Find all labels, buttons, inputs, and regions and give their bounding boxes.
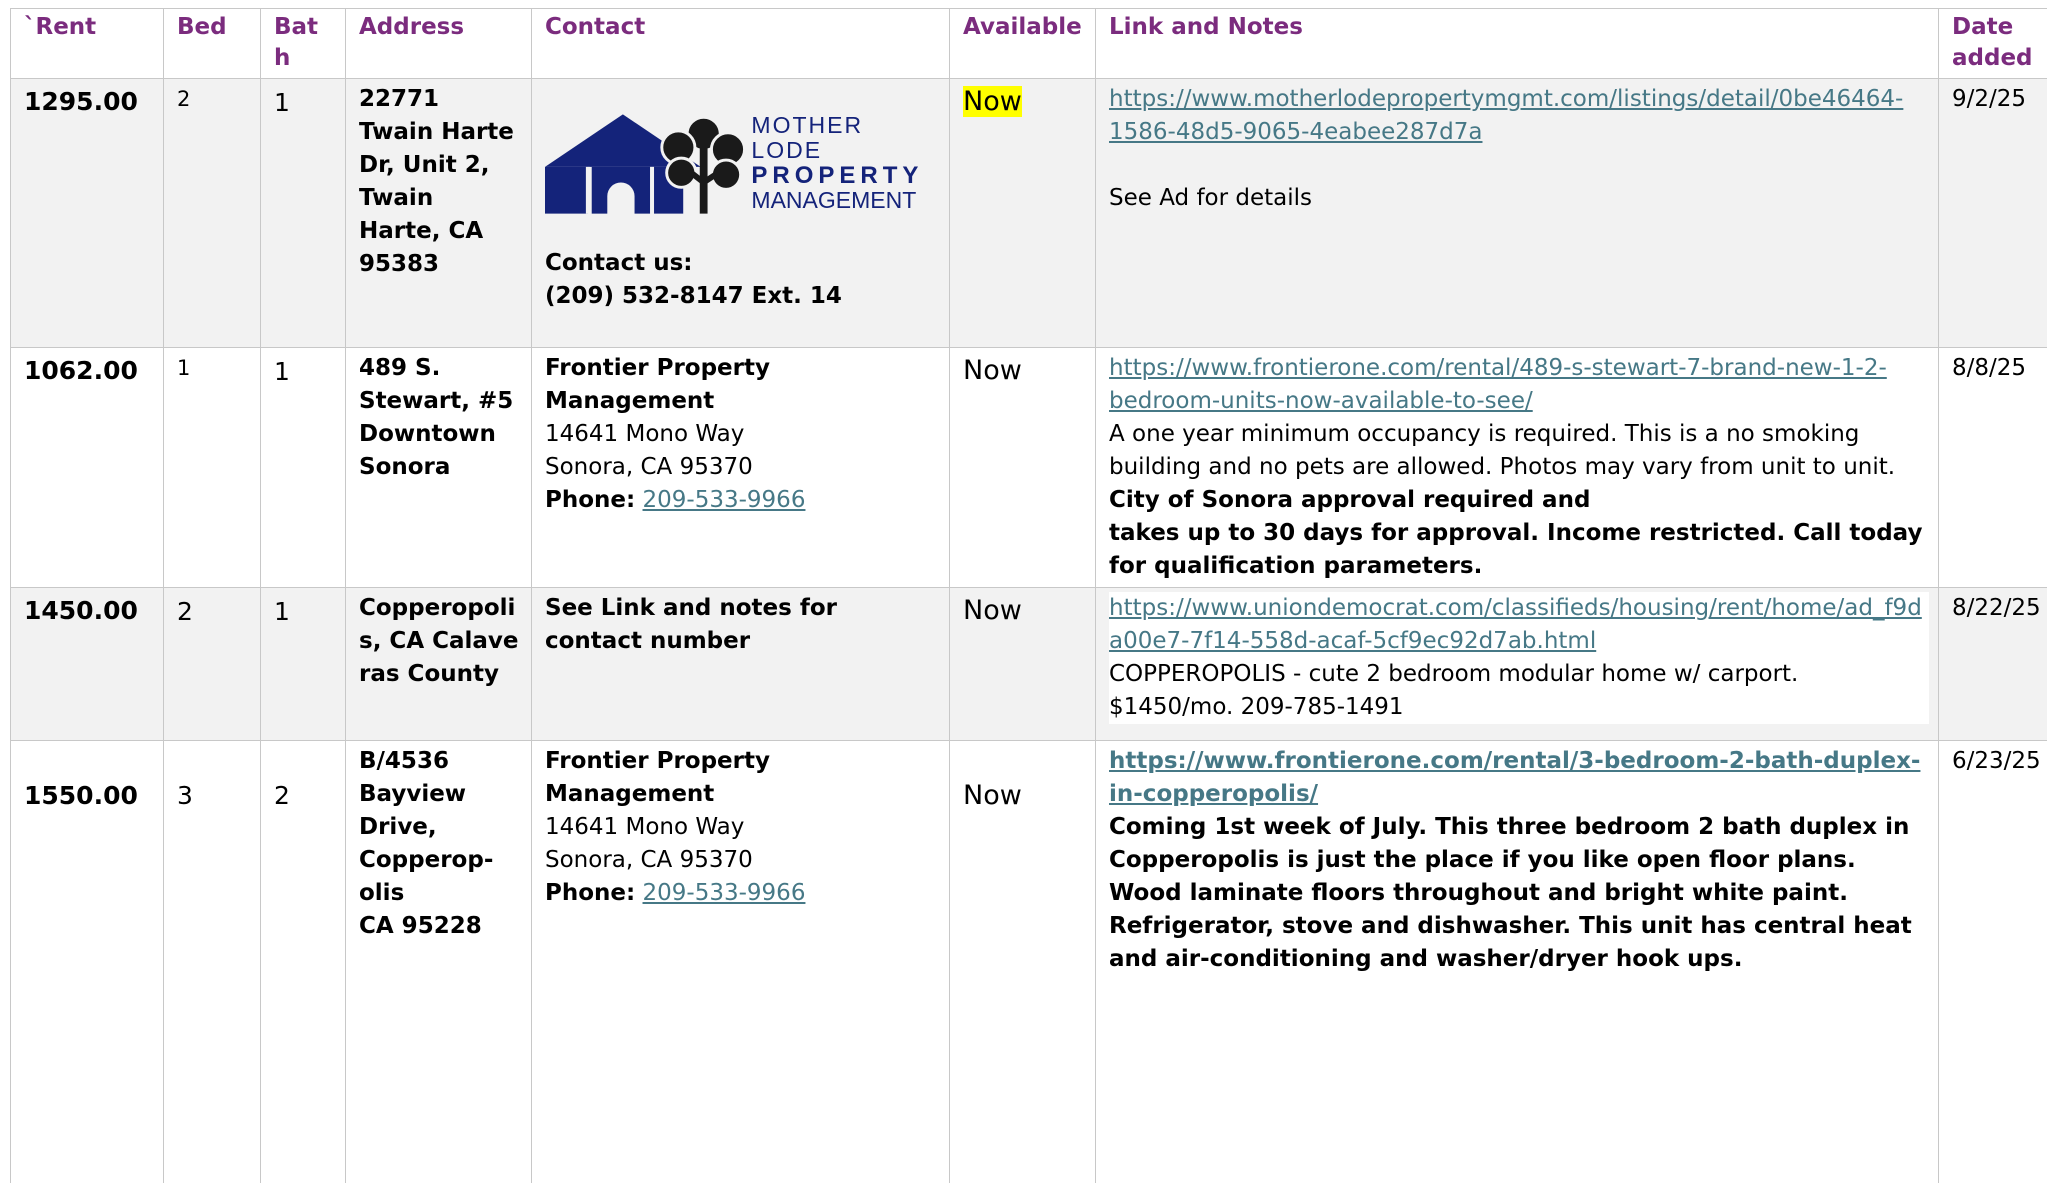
logo-line-2: PROPERTY — [751, 163, 937, 188]
available-cell: Now — [950, 741, 1096, 1183]
rent-cell: 1295.00 — [11, 79, 164, 348]
listing-link[interactable]: https://www.frontierone.com/rental/489-s… — [1109, 355, 1887, 414]
bath-cell: 1 — [261, 348, 346, 588]
address-line-2: CA 95228 — [359, 910, 519, 943]
contact-company: Frontier Property Management — [545, 352, 937, 418]
table-row: 1295.00 2 1 22771 Twain Harte Dr, Unit 2… — [11, 79, 2047, 348]
rent-cell: 1062.00 — [11, 348, 164, 588]
available-cell: Now — [950, 79, 1096, 348]
notes-box: https://www.uniondemocrat.com/classified… — [1109, 592, 1929, 724]
contact-label: Contact us: — [545, 247, 937, 280]
contact-street: 14641 Mono Way — [545, 418, 937, 451]
header-contact: Contact — [532, 9, 950, 79]
rent-cell: 1550.00 — [11, 741, 164, 1183]
available-badge: Now — [963, 86, 1022, 117]
bed-cell: 3 — [164, 741, 261, 1183]
address-cell: 489 S. Stewart, #5 Downtown Sonora — [346, 348, 532, 588]
listing-notes: Coming 1st week of July. This three bedr… — [1109, 811, 1926, 976]
phone-label: Phone: — [545, 487, 635, 513]
contact-cell: Frontier Property Management 14641 Mono … — [532, 348, 950, 588]
address-cell: Copperopolis, CA Calaveras County — [346, 588, 532, 741]
contact-cell: Frontier Property Management 14641 Mono … — [532, 741, 950, 1183]
contact-city: Sonora, CA 95370 — [545, 451, 937, 484]
logo-line-1: MOTHER LODE — [751, 113, 937, 163]
header-rent: `Rent — [11, 9, 164, 79]
logo-text: MOTHER LODE PROPERTY MANAGEMENT — [751, 113, 937, 213]
bath-cell: 1 — [261, 588, 346, 741]
header-bath: Bath — [261, 9, 346, 79]
bed-cell: 2 — [164, 79, 261, 348]
phone-label: Phone: — [545, 880, 635, 906]
contact-cell: MOTHER LODE PROPERTY MANAGEMENT Contact … — [532, 79, 950, 348]
date-cell: 6/23/25 — [1939, 741, 2047, 1183]
address-line-1: B/4536 Bayview Drive, Copperop-olis — [359, 745, 519, 910]
notes-text: A one year minimum occupancy is required… — [1109, 421, 1895, 480]
header-link-notes: Link and Notes — [1096, 9, 1939, 79]
table-row: 1062.00 1 1 489 S. Stewart, #5 Downtown … — [11, 348, 2047, 588]
listing-link[interactable]: https://www.frontierone.com/rental/3-bed… — [1109, 748, 1920, 807]
mother-lode-logo: MOTHER LODE PROPERTY MANAGEMENT — [545, 111, 937, 215]
date-cell: 9/2/25 — [1939, 79, 2047, 348]
listing-notes: A one year minimum occupancy is required… — [1109, 418, 1926, 583]
link-notes-cell: https://www.uniondemocrat.com/classified… — [1096, 588, 1939, 741]
header-date-added: Date added — [1939, 9, 2047, 79]
listing-link[interactable]: https://www.motherlodepropertymgmt.com/l… — [1109, 86, 1903, 145]
contact-city: Sonora, CA 95370 — [545, 844, 937, 877]
link-notes-cell: https://www.motherlodepropertymgmt.com/l… — [1096, 79, 1939, 348]
contact-street: 14641 Mono Way — [545, 811, 937, 844]
header-bed: Bed — [164, 9, 261, 79]
available-cell: Now — [950, 348, 1096, 588]
header-row: `Rent Bed Bath Address Contact Available… — [11, 9, 2047, 79]
contact-phone-line: Phone: 209-533-9966 — [545, 484, 937, 517]
spacer — [1109, 149, 1926, 182]
house-tree-logo-icon — [545, 111, 749, 215]
phone-link[interactable]: 209-533-9966 — [643, 880, 806, 906]
bath-cell: 2 — [261, 741, 346, 1183]
header-available: Available — [950, 9, 1096, 79]
table-row: 1550.00 3 2 B/4536 Bayview Drive, Copper… — [11, 741, 2047, 1183]
rent-cell: 1450.00 — [11, 588, 164, 741]
contact-cell: See Link and notes for contact number — [532, 588, 950, 741]
listing-notes: COPPEROPOLIS - cute 2 bedroom modular ho… — [1109, 658, 1929, 724]
bed-cell: 2 — [164, 588, 261, 741]
rentals-table: `Rent Bed Bath Address Contact Available… — [10, 8, 2047, 1183]
table-row: 1450.00 2 1 Copperopolis, CA Calaveras C… — [11, 588, 2047, 741]
notes-bold-1: City of Sonora approval required and — [1109, 487, 1590, 513]
notes-bold-2: takes up to 30 days for approval. Income… — [1109, 520, 1922, 579]
listing-link[interactable]: https://www.uniondemocrat.com/classified… — [1109, 595, 1922, 654]
contact-phone: (209) 532-8147 Ext. 14 — [545, 280, 937, 313]
available-cell: Now — [950, 588, 1096, 741]
bath-cell: 1 — [261, 79, 346, 348]
header-address: Address — [346, 9, 532, 79]
bed-cell: 1 — [164, 348, 261, 588]
address-cell: B/4536 Bayview Drive, Copperop-olis CA 9… — [346, 741, 532, 1183]
logo-line-3: MANAGEMENT — [751, 188, 937, 213]
link-notes-cell: https://www.frontierone.com/rental/3-bed… — [1096, 741, 1939, 1183]
link-notes-cell: https://www.frontierone.com/rental/489-s… — [1096, 348, 1939, 588]
listing-notes: See Ad for details — [1109, 182, 1926, 215]
date-cell: 8/8/25 — [1939, 348, 2047, 588]
address-cell: 22771 Twain Harte Dr, Unit 2, Twain Hart… — [346, 79, 532, 348]
date-cell: 8/22/25 — [1939, 588, 2047, 741]
contact-company: Frontier Property Management — [545, 745, 937, 811]
phone-link[interactable]: 209-533-9966 — [643, 487, 806, 513]
contact-phone-line: Phone: 209-533-9966 — [545, 877, 937, 910]
